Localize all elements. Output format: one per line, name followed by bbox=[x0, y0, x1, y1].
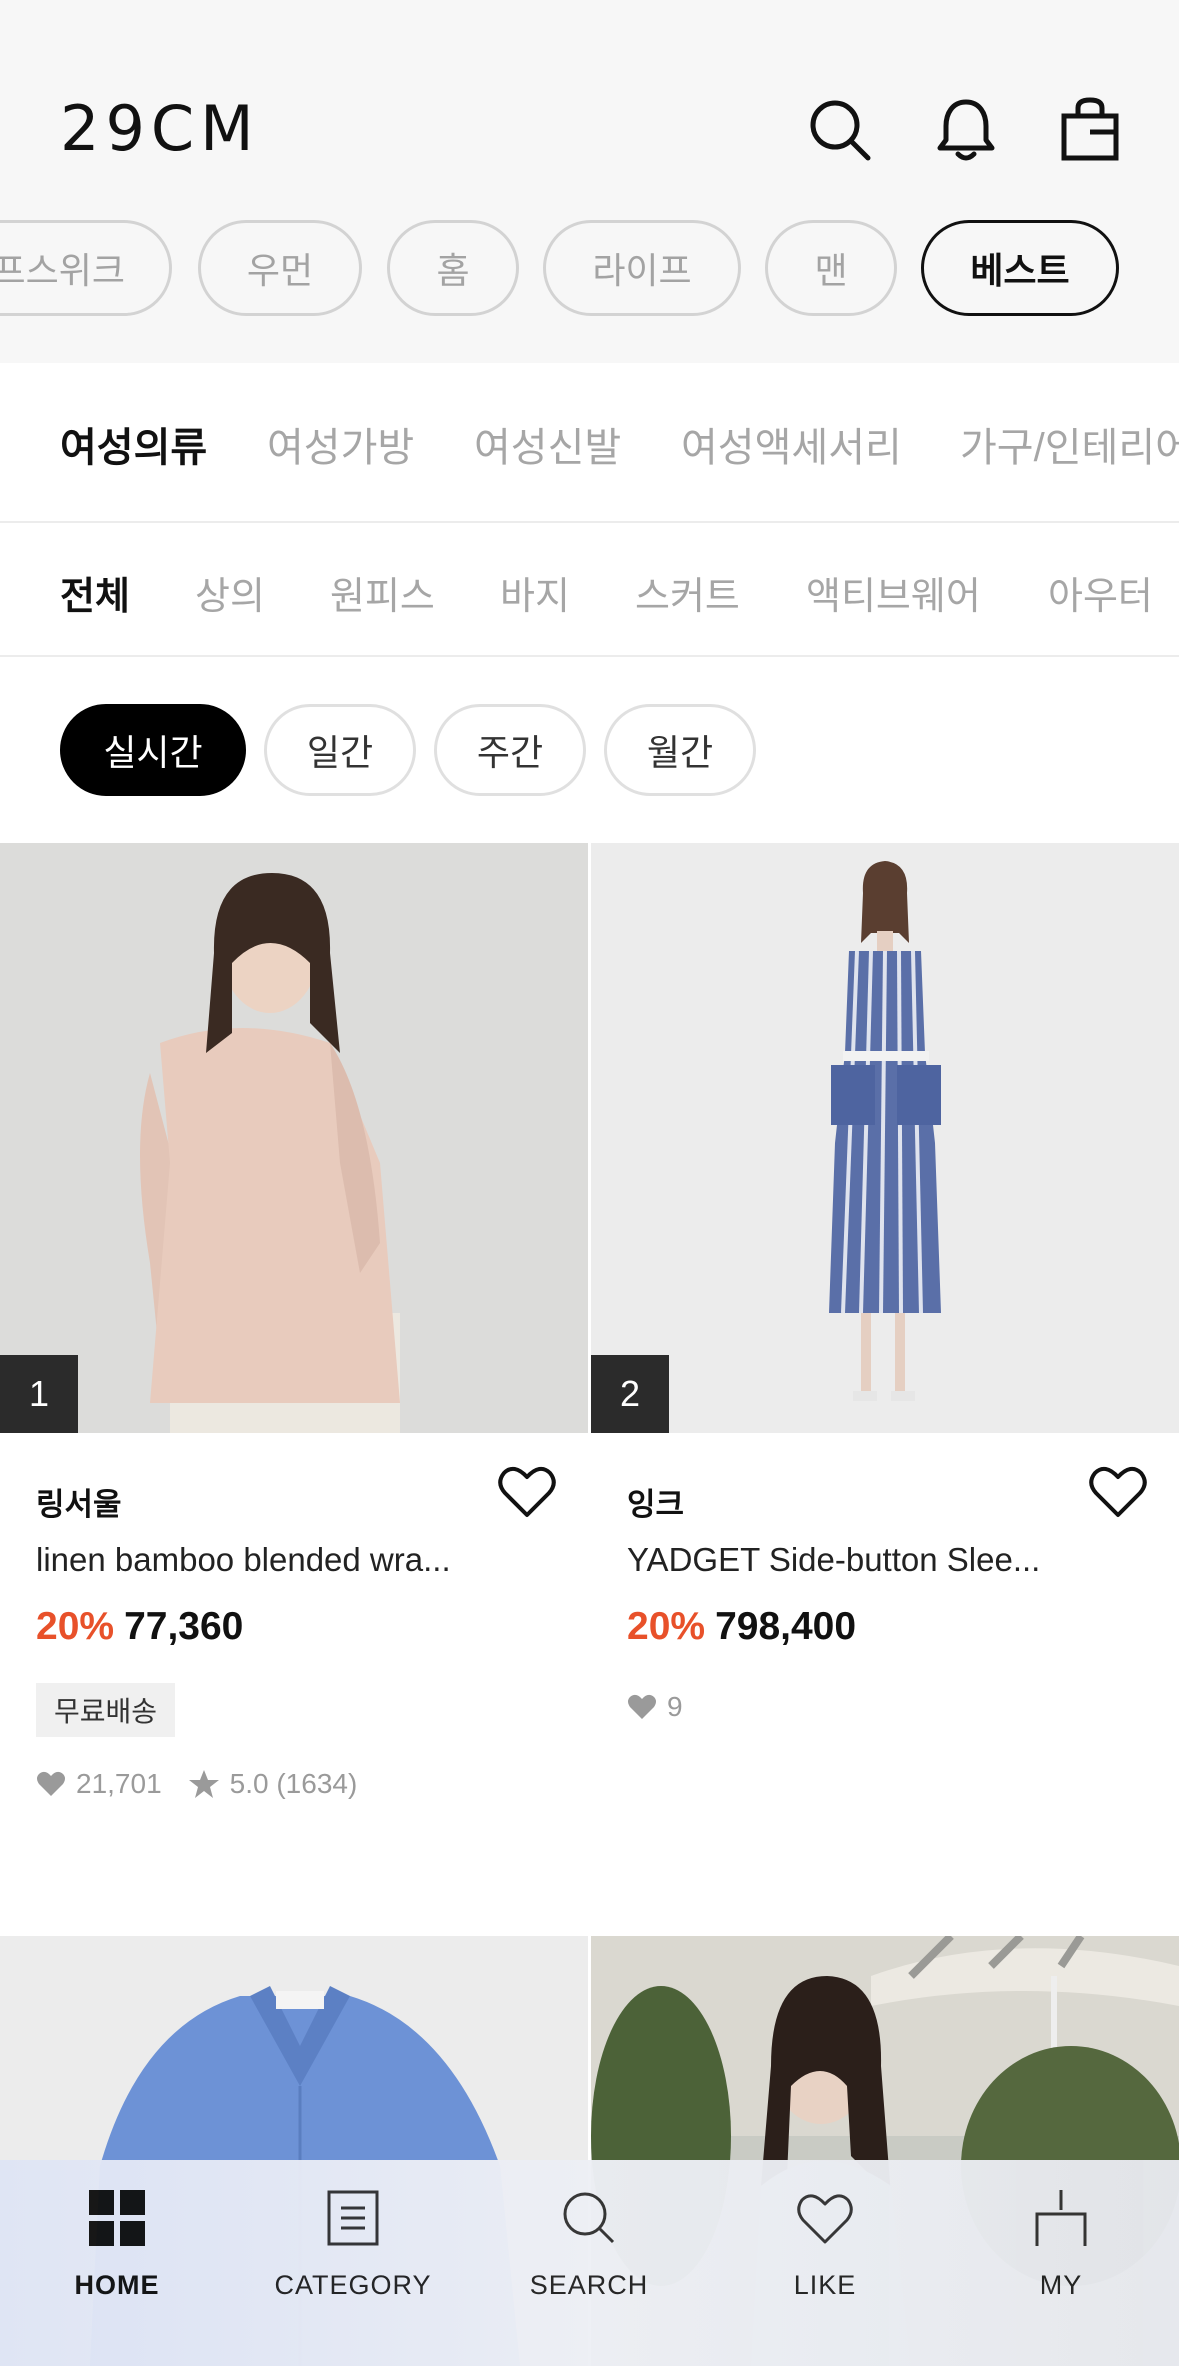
discount-rate: 20% bbox=[627, 1605, 706, 1648]
subcategory-activewear[interactable]: 액티브웨어 bbox=[806, 565, 981, 620]
heart-icon bbox=[797, 2194, 853, 2244]
sale-price: 798,400 bbox=[715, 1605, 857, 1648]
product-brand: 잉크 bbox=[627, 1487, 685, 1522]
tab-best[interactable]: 베스트 bbox=[921, 220, 1119, 316]
free-shipping-badge: 무료배송 bbox=[36, 1683, 176, 1737]
discount-rate: 20% bbox=[36, 1605, 115, 1648]
product-brand: 링서울 bbox=[36, 1487, 122, 1522]
price-line: 20% 77,360 bbox=[36, 1605, 243, 1649]
subcategory-skirts[interactable]: 스커트 bbox=[635, 565, 740, 620]
product-image[interactable]: 2 bbox=[591, 843, 1179, 1433]
nav-home-label: HOME bbox=[74, 2270, 160, 2300]
subcategory-pants[interactable]: 바지 bbox=[500, 565, 570, 620]
logo[interactable]: 29CM bbox=[60, 92, 260, 165]
tab-life[interactable]: 라이프 bbox=[543, 220, 741, 316]
nav-category[interactable]: CATEGORY bbox=[253, 2188, 453, 2301]
subcategory-tops[interactable]: 상의 bbox=[195, 565, 265, 620]
subcategory-tabs: 전체 상의 원피스 바지 스커트 액티브웨어 아우터 bbox=[0, 523, 1179, 657]
rank-badge: 1 bbox=[0, 1355, 78, 1433]
tab-home[interactable]: 홈 bbox=[387, 220, 519, 316]
nav-category-label: CATEGORY bbox=[274, 2270, 432, 2300]
nav-search[interactable]: SEARCH bbox=[489, 2188, 689, 2301]
heart-icon[interactable] bbox=[1087, 1461, 1149, 1523]
category-furniture-interior[interactable]: 가구/인테리어 bbox=[960, 415, 1179, 473]
tab-women[interactable]: 우먼 bbox=[198, 220, 362, 316]
nav-home[interactable]: HOME bbox=[17, 2188, 217, 2301]
category-women-bags[interactable]: 여성가방 bbox=[267, 415, 414, 473]
category-list-icon bbox=[327, 2190, 379, 2246]
subcategory-outer[interactable]: 아우터 bbox=[1048, 565, 1153, 620]
nav-my-label: MY bbox=[1039, 2270, 1083, 2300]
nav-search-label: SEARCH bbox=[529, 2270, 649, 2300]
search-icon bbox=[563, 2192, 615, 2244]
subcategory-dresses[interactable]: 원피스 bbox=[330, 565, 435, 620]
price-line: 20% 798,400 bbox=[627, 1605, 856, 1649]
product-card[interactable]: 링서울 linen bamboo blended wra... 20% 77,36… bbox=[0, 1433, 588, 1833]
period-filter: 실시간 일간 주간 월간 bbox=[0, 657, 1179, 843]
category-women-shoes[interactable]: 여성신발 bbox=[474, 415, 621, 473]
sale-price: 77,360 bbox=[124, 1605, 244, 1648]
search-icon[interactable] bbox=[804, 94, 876, 166]
like-count: 9 bbox=[667, 1691, 683, 1722]
heart-icon bbox=[37, 1771, 65, 1796]
tab-men[interactable]: 맨 bbox=[765, 220, 897, 316]
category-tabs: 여성의류 여성가방 여성신발 여성액세서리 가구/인테리어 bbox=[0, 363, 1179, 523]
product-title[interactable]: linen bamboo blended wra... bbox=[36, 1541, 451, 1579]
nav-like[interactable]: LIKE bbox=[725, 2188, 925, 2301]
my-page-icon bbox=[1035, 2190, 1087, 2246]
period-weekly[interactable]: 주간 bbox=[434, 704, 586, 796]
nav-like-label: LIKE bbox=[793, 2270, 857, 2300]
bell-icon[interactable] bbox=[930, 94, 1002, 166]
subcategory-all[interactable]: 전체 bbox=[60, 565, 130, 620]
main-tabs: 라이프스위크 우먼 홈 라이프 맨 베스트 bbox=[0, 218, 1179, 318]
tab-life-week[interactable]: 라이프스위크 bbox=[0, 220, 172, 316]
category-women-accessories[interactable]: 여성액세서리 bbox=[681, 415, 902, 473]
category-women-clothing[interactable]: 여성의류 bbox=[60, 415, 207, 473]
star-icon bbox=[188, 1770, 219, 1798]
product-stats: 21,701 5.0 (1634) bbox=[36, 1768, 357, 1800]
nav-my[interactable]: MY bbox=[961, 2188, 1161, 2301]
rank-badge: 2 bbox=[591, 1355, 669, 1433]
rating: 5.0 (1634) bbox=[229, 1768, 358, 1799]
app-header: 29CM 라이프스위크 우먼 홈 라이프 맨 베스트 bbox=[0, 0, 1179, 363]
bottom-navigation: HOME CATEGORY SEARCH LIKE MY bbox=[0, 2160, 1179, 2366]
heart-icon[interactable] bbox=[496, 1461, 558, 1523]
product-image[interactable]: 1 bbox=[0, 843, 588, 1433]
product-stats: 9 bbox=[627, 1691, 683, 1723]
product-card[interactable]: 잉크 YADGET Side-button Slee... 20% 798,400… bbox=[591, 1433, 1179, 1833]
period-realtime[interactable]: 실시간 bbox=[60, 704, 246, 796]
period-daily[interactable]: 일간 bbox=[264, 704, 416, 796]
period-monthly[interactable]: 월간 bbox=[604, 704, 756, 796]
product-title[interactable]: YADGET Side-button Slee... bbox=[627, 1541, 1040, 1579]
product-photo-striped-dress bbox=[591, 843, 1179, 1433]
heart-icon bbox=[628, 1694, 656, 1719]
like-count: 21,701 bbox=[76, 1768, 162, 1799]
product-photo-pink-shirt bbox=[0, 843, 588, 1433]
shopping-bag-icon[interactable] bbox=[1054, 94, 1126, 166]
home-grid-icon bbox=[89, 2190, 145, 2246]
